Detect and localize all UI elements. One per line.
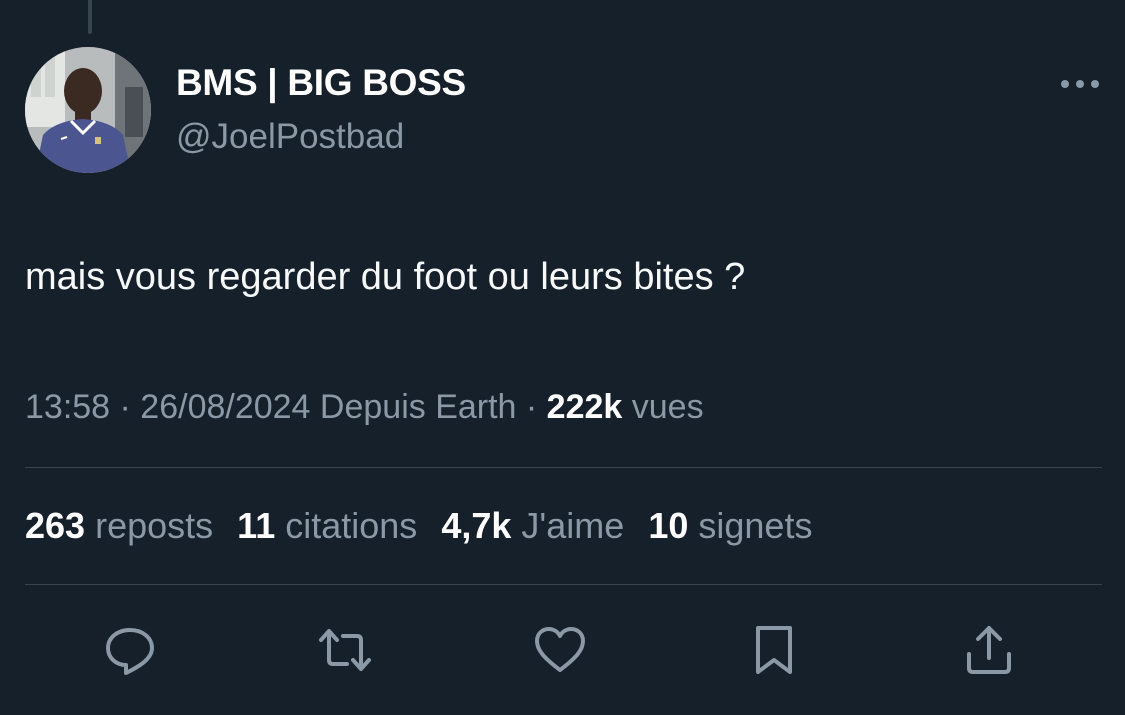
- bookmark-button[interactable]: [744, 620, 804, 680]
- tweet-text: mais vous regarder du foot ou leurs bite…: [25, 256, 746, 298]
- quotes-count: 11: [237, 505, 276, 546]
- views-label: vues: [631, 388, 704, 426]
- thread-connector-line: [88, 0, 92, 34]
- bookmark-icon: [756, 626, 792, 674]
- bookmarks-label: signets: [698, 505, 813, 546]
- more-options-button[interactable]: [1050, 64, 1110, 104]
- quotes-label: citations: [285, 505, 418, 546]
- repost-icon: [319, 629, 371, 671]
- reposts-count: 263: [25, 505, 86, 546]
- tweet-card: BMS | BIG BOSS @JoelPostbad mais vous re…: [0, 0, 1125, 715]
- likes-stat[interactable]: 4,7k J'aime: [441, 505, 624, 547]
- reposts-stat[interactable]: 263 reposts: [25, 505, 213, 547]
- author-handle[interactable]: @JoelPostbad: [176, 117, 404, 157]
- engagement-stats: 263 reposts 11 citations 4,7k J'aime 10 …: [25, 505, 812, 547]
- share-button[interactable]: [959, 620, 1019, 680]
- views-count: 222k: [546, 388, 623, 426]
- reply-button[interactable]: [100, 620, 160, 680]
- divider: [25, 584, 1102, 585]
- timestamp: 13:58 · 26/08/2024 Depuis Earth ·: [25, 388, 547, 426]
- author-display-name[interactable]: BMS | BIG BOSS: [176, 62, 466, 104]
- avatar[interactable]: [25, 47, 151, 173]
- repost-button[interactable]: [315, 620, 375, 680]
- heart-icon: [535, 627, 585, 672]
- divider: [25, 467, 1102, 468]
- reply-icon: [106, 628, 154, 675]
- avatar-photo: [25, 47, 151, 173]
- bookmarks-stat[interactable]: 10 signets: [648, 505, 812, 547]
- likes-count: 4,7k: [441, 505, 512, 546]
- quotes-stat[interactable]: 11 citations: [237, 505, 417, 547]
- action-bar: [0, 620, 1125, 680]
- tweet-meta: 13:58 · 26/08/2024 Depuis Earth · 222k v…: [25, 388, 704, 427]
- like-button[interactable]: [530, 620, 590, 680]
- share-icon: [967, 626, 1011, 674]
- more-dots-icon: [1061, 80, 1099, 88]
- bookmarks-count: 10: [648, 505, 689, 546]
- likes-label: J'aime: [521, 505, 625, 546]
- reposts-label: reposts: [95, 505, 214, 546]
